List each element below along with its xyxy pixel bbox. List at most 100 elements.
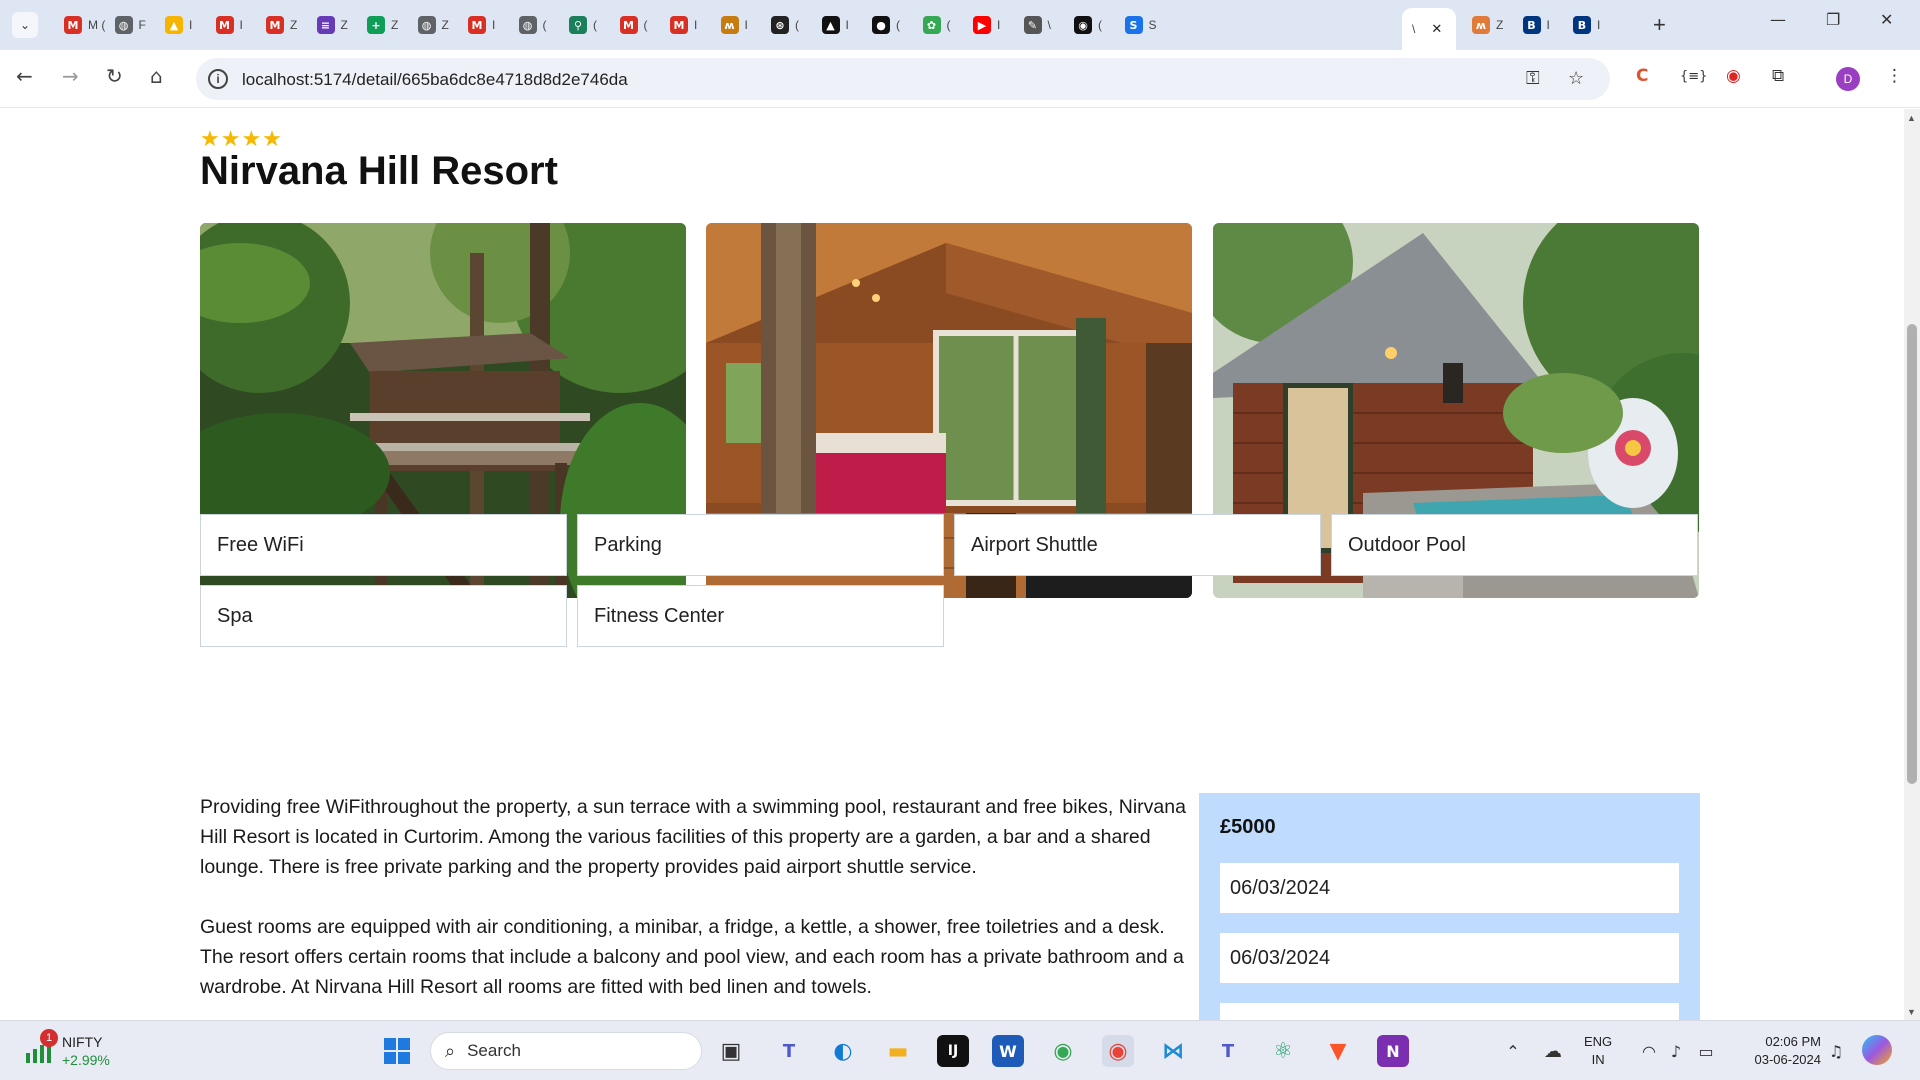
minimize-button[interactable]: —	[1770, 10, 1786, 29]
language-indicator[interactable]: ENG IN	[1584, 1033, 1612, 1069]
address-bar[interactable]: i localhost:5174/detail/665ba6dc8e4718d8…	[196, 58, 1610, 100]
close-icon[interactable]: ✕	[1431, 21, 1442, 37]
browser-tab[interactable]: ▶ I	[963, 8, 1000, 42]
hotel-name: Nirvana Hill Resort	[200, 149, 558, 193]
tab-label: \	[1047, 18, 1051, 32]
tab-label: I	[997, 18, 1001, 32]
description-paragraph: Guest rooms are equipped with air condit…	[200, 916, 1184, 998]
browser-tab[interactable]: + Z	[357, 8, 398, 42]
check-in-date-input[interactable]: 06/03/2024	[1220, 863, 1679, 913]
scroll-up-icon[interactable]: ▲	[1907, 113, 1916, 123]
file-explorer-icon[interactable]: ▬	[882, 1035, 914, 1067]
browser-tab[interactable]: MI	[206, 8, 243, 42]
browser-tab[interactable]: MZ	[256, 8, 297, 42]
bookmark-star-icon[interactable]: ☆	[1568, 68, 1584, 89]
browser-tab[interactable]: ʍZ	[1462, 8, 1503, 42]
home-button[interactable]: ⌂	[150, 64, 163, 88]
battery-icon[interactable]: ▭	[1690, 1035, 1722, 1067]
globe-icon: ◍	[114, 16, 133, 34]
notifications-bell-icon[interactable]: ♫	[1820, 1035, 1852, 1067]
tab-label: I	[492, 18, 496, 32]
stock-widget-icon[interactable]: 1	[24, 1029, 58, 1067]
info-icon[interactable]: i	[208, 69, 228, 89]
browser-tab[interactable]: ◍ F	[105, 8, 146, 42]
browser-tab[interactable]: M(	[610, 8, 648, 42]
extension-opera-icon[interactable]: ◉	[1726, 66, 1741, 86]
tab-search-button[interactable]: ⌄	[12, 12, 38, 38]
browser-tab[interactable]: BI	[1563, 8, 1600, 42]
task-view-icon[interactable]: ▣	[715, 1035, 747, 1067]
browser-tab[interactable]: ⊛(	[761, 8, 799, 42]
browser-tab[interactable]: BI	[1513, 8, 1550, 42]
browser-tab[interactable]: MI	[458, 8, 495, 42]
key-icon[interactable]: ⚿	[1526, 68, 1540, 89]
browser-tab[interactable]: ▲ I	[812, 8, 849, 42]
extension-c-icon[interactable]: C	[1636, 66, 1648, 86]
browser-tab[interactable]: ʍI	[711, 8, 748, 42]
browser-tab[interactable]: ◍(	[509, 8, 547, 42]
taskbar-search[interactable]: ⌕ Search	[430, 1032, 702, 1070]
teams-icon[interactable]: T	[773, 1035, 805, 1067]
tab-label: (	[896, 18, 900, 32]
start-button[interactable]	[381, 1035, 413, 1067]
tab-label: (	[542, 18, 547, 32]
extension-braces-icon[interactable]: {≡}	[1680, 69, 1707, 84]
gmail-icon: M	[670, 16, 688, 34]
menu-kebab-icon[interactable]: ⋮	[1886, 66, 1903, 86]
scrollbar-thumb[interactable]	[1907, 324, 1917, 784]
forward-button[interactable]: →	[62, 64, 79, 88]
browser-tab[interactable]: ▲ I	[155, 8, 192, 42]
facility-item: Parking	[577, 514, 944, 576]
back-button[interactable]: ←	[16, 64, 33, 88]
teams-work-icon[interactable]: T	[1212, 1035, 1244, 1067]
browser-tab[interactable]: ✿(	[913, 8, 951, 42]
tab-label: I	[694, 18, 698, 32]
tab-label: I	[845, 18, 849, 32]
forms-icon: ≡	[316, 16, 335, 34]
browser-tab[interactable]: MI	[660, 8, 697, 42]
new-tab-button[interactable]: +	[1653, 12, 1666, 38]
chevron-up-icon[interactable]: ⌃	[1497, 1035, 1529, 1067]
description-paragraph: Providing free WiFithroughout the proper…	[200, 796, 1186, 878]
word-icon[interactable]: W	[992, 1035, 1024, 1067]
app-icon: ʍ	[720, 16, 739, 34]
brave-icon[interactable]: ▼	[1322, 1035, 1354, 1067]
browser-tab[interactable]: ●(	[862, 8, 900, 42]
onenote-icon[interactable]: N	[1377, 1035, 1409, 1067]
browser-tab[interactable]: ◍ Z	[408, 8, 449, 42]
clock[interactable]: 02:06 PM 03-06-2024	[1745, 1033, 1822, 1069]
browser-tab[interactable]: ⚲(	[559, 8, 597, 42]
extensions-puzzle-icon[interactable]: ⧉	[1772, 66, 1784, 86]
sheets-icon: +	[367, 16, 385, 34]
browser-tab[interactable]: ✎ \	[1014, 8, 1051, 42]
restore-button[interactable]: ❐	[1826, 10, 1840, 29]
gmail-icon: M	[468, 16, 486, 34]
browser-tab[interactable]: M M (	[54, 8, 105, 42]
close-window-button[interactable]: ✕	[1880, 10, 1893, 29]
url-text[interactable]: localhost:5174/detail/665ba6dc8e4718d8d2…	[242, 70, 628, 90]
chrome-icon[interactable]: ◉	[1047, 1035, 1079, 1067]
atom-icon[interactable]: ⚛	[1267, 1035, 1299, 1067]
facility-item: Outdoor Pool	[1331, 514, 1698, 576]
guest-count-input[interactable]	[1220, 1003, 1679, 1020]
copilot-icon[interactable]	[1862, 1035, 1892, 1065]
github-icon: ◉	[1074, 16, 1092, 34]
vscode-icon[interactable]: ⋈	[1157, 1035, 1189, 1067]
browser-tab[interactable]: ◉(	[1064, 8, 1102, 42]
profile-avatar[interactable]: D	[1836, 67, 1860, 91]
page-scrollbar[interactable]: ▲ ▼	[1904, 109, 1920, 1020]
intellij-icon[interactable]: IJ	[937, 1035, 969, 1067]
tab-active[interactable]: \ ✕	[1402, 8, 1456, 50]
scroll-down-icon[interactable]: ▼	[1907, 1007, 1916, 1017]
reload-button[interactable]: ↻	[106, 64, 123, 88]
check-out-date-input[interactable]: 06/03/2024	[1220, 933, 1679, 983]
onedrive-icon[interactable]: ☁	[1537, 1035, 1569, 1067]
reload-icon: ↻	[106, 64, 123, 88]
chrome-profile-icon[interactable]: ◉	[1102, 1035, 1134, 1067]
browser-tab[interactable]: ≡ Z	[307, 8, 348, 42]
volume-icon[interactable]: ♪	[1660, 1035, 1692, 1067]
language-label: ENG	[1584, 1034, 1613, 1049]
edge-icon[interactable]: ◐	[827, 1035, 859, 1067]
s-icon: S	[1124, 16, 1143, 34]
browser-tab[interactable]: SS	[1115, 8, 1157, 42]
